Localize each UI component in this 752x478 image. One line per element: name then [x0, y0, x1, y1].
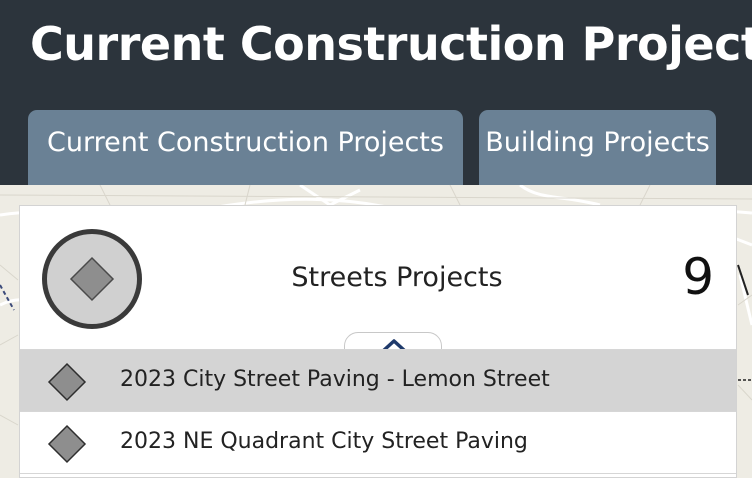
list-item-label: 2023 City Street Paving - Lemon Street — [120, 367, 550, 392]
group-title: Streets Projects — [291, 262, 503, 293]
list-item[interactable]: 2023 NE Quadrant City Street Paving — [20, 411, 736, 473]
page-title: Current Construction Projects — [30, 17, 752, 71]
app-header: Current Construction Projects Current Co… — [0, 0, 752, 185]
tab-building-projects[interactable]: Building Projects — [479, 110, 716, 185]
group-symbol-circle — [42, 229, 142, 329]
list-item[interactable]: 2023 City Street Paving - Lemon Street — [20, 349, 736, 411]
diamond-icon — [69, 256, 115, 302]
group-count: 9 — [682, 248, 714, 306]
project-list-panel: Streets Projects 9 2023 City Street Pavi… — [19, 205, 737, 478]
diamond-icon — [47, 362, 87, 402]
diamond-icon — [47, 424, 87, 464]
tab-current-construction-projects[interactable]: Current Construction Projects — [28, 110, 463, 185]
list-item-label: 2023 NE Quadrant City Street Paving — [120, 429, 528, 454]
row-divider — [20, 473, 736, 474]
group-header-streets[interactable]: Streets Projects 9 — [20, 206, 736, 349]
